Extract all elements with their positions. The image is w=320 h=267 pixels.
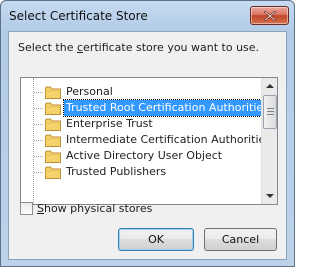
instruction-text: Select the certificate store you want to…: [18, 41, 259, 54]
instruction-text-part: ertificate store you want to use.: [83, 41, 260, 54]
vertical-scrollbar[interactable]: [261, 78, 277, 204]
scroll-up-arrow-icon: [266, 84, 274, 88]
tree-item[interactable]: Enterprise Trust: [21, 116, 261, 132]
tree-item-label[interactable]: Trusted Publishers: [64, 164, 168, 180]
folder-icon: [45, 134, 61, 147]
folder-icon: [45, 166, 61, 179]
folder-icon: [45, 86, 61, 99]
tree-item-label[interactable]: Active Directory User Object: [64, 148, 224, 164]
tree-connector-line: [34, 92, 43, 93]
instruction-text-part: Select the: [18, 41, 77, 54]
close-icon: [264, 11, 276, 21]
tree-item[interactable]: Active Directory User Object: [21, 148, 261, 164]
scroll-down-button[interactable]: [262, 188, 277, 204]
folder-icon: [45, 118, 61, 131]
window-title: Select Certificate Store: [9, 9, 148, 23]
thumb-grip: [267, 114, 274, 115]
thumb-grip: [267, 108, 274, 109]
dialog-window: Select Certificate Store Select the cert…: [0, 0, 295, 267]
tree-connector-line: [34, 124, 43, 125]
tree-item-label[interactable]: Personal: [64, 84, 115, 100]
folder-icon: [45, 102, 61, 115]
checkbox-label-text: how physical stores: [43, 202, 153, 215]
tree-connector-line: [34, 108, 43, 109]
cancel-button[interactable]: Cancel: [204, 228, 277, 251]
tree-item-label[interactable]: Trusted Root Certification Authorities: [63, 99, 261, 117]
dialog-body: Select the certificate store you want to…: [8, 31, 287, 260]
ok-button[interactable]: OK: [118, 228, 194, 251]
tree-item[interactable]: Intermediate Certification Authorities: [21, 132, 261, 148]
tree-item-label[interactable]: Intermediate Certification Authorities: [64, 132, 261, 148]
tree-item[interactable]: Trusted Publishers: [21, 164, 261, 180]
show-physical-stores-checkbox[interactable]: [20, 202, 33, 215]
show-physical-stores-label[interactable]: Show physical stores: [37, 202, 152, 215]
tree-connector-line: [34, 140, 43, 141]
tree-item[interactable]: Personal: [21, 84, 261, 100]
scrollbar-thumb[interactable]: [263, 95, 277, 129]
scroll-down-arrow-icon: [266, 194, 274, 198]
close-button[interactable]: [250, 6, 289, 25]
tree-connector-line: [34, 172, 43, 173]
tree-item-label[interactable]: Enterprise Trust: [64, 116, 155, 132]
title-bar[interactable]: Select Certificate Store: [1, 1, 294, 31]
certificate-store-tree[interactable]: Personal Trusted Root Certification Autho…: [20, 77, 278, 205]
tree-item[interactable]: Trusted Root Certification Authorities: [21, 99, 261, 117]
folder-icon: [45, 150, 61, 163]
thumb-grip: [267, 111, 274, 112]
scroll-up-button[interactable]: [262, 78, 277, 94]
tree-items: Personal Trusted Root Certification Autho…: [21, 78, 261, 204]
checkbox-accelerator: S: [37, 202, 44, 215]
tree-connector-line: [34, 156, 43, 157]
